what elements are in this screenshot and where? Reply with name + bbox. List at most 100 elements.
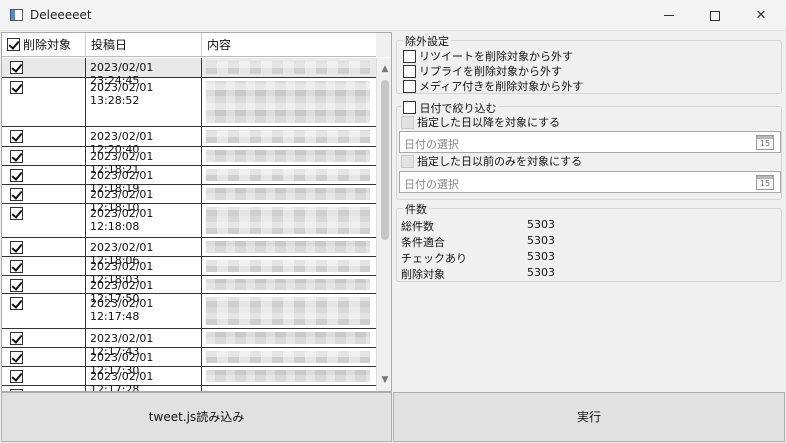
date-filter-checkbox[interactable] (403, 101, 416, 114)
redacted-content (206, 260, 370, 272)
date-filter-toggle[interactable]: 日付で絞り込む (401, 99, 499, 116)
post-date-cell: 2023/02/01 12:17:43 (86, 329, 202, 358)
table-row[interactable]: 2023/02/01 12:18:19 (2, 166, 376, 195)
redacted-content (206, 188, 370, 200)
select-all-checkbox[interactable] (7, 38, 20, 51)
vertical-scrollbar[interactable]: ▲ ▼ (376, 58, 391, 391)
redacted-content (206, 169, 370, 181)
post-date-cell: 2023/02/01 12:18:06 (86, 238, 202, 267)
delete-checkbox[interactable] (10, 370, 23, 383)
content-cell (202, 348, 376, 366)
before-date-checkbox[interactable] (401, 155, 414, 168)
content-cell (202, 294, 376, 328)
run-button[interactable]: 実行 (393, 392, 785, 442)
calendar-icon[interactable]: 15 (756, 135, 774, 150)
delete-checkbox[interactable] (10, 169, 23, 182)
redacted-content (206, 351, 370, 363)
delete-checkbox[interactable] (10, 61, 23, 74)
table-row[interactable]: 2023/02/01 12:18:06 (2, 238, 376, 267)
delete-checkbox[interactable] (10, 351, 23, 364)
redacted-content (206, 297, 370, 325)
table-row[interactable]: 2023/02/01 12:18:03 (2, 257, 376, 286)
scroll-thumb[interactable] (381, 80, 389, 240)
table-row[interactable]: 2023/02/01 12:17:43 (2, 329, 376, 358)
post-date-cell: 2023/02/01 12:17:30 (86, 348, 202, 377)
post-date-cell: 2023/02/01 12:17:50 (86, 276, 202, 305)
content-cell (202, 276, 376, 293)
content-cell (202, 367, 376, 385)
column-header-content[interactable]: 内容 (202, 33, 376, 57)
column-header-post-date[interactable]: 投稿日 (86, 33, 202, 57)
count-delete-target: 削除対象 5303 (401, 266, 555, 281)
count-matched: 条件適合 5303 (401, 234, 555, 249)
exclude-reply-checkbox[interactable] (403, 65, 416, 78)
maximize-button[interactable] (692, 0, 738, 31)
content-cell (202, 185, 376, 203)
post-date-cell: 2023/02/01 23:24:45 (86, 58, 202, 87)
delete-checkbox[interactable] (10, 260, 23, 273)
redacted-content (206, 130, 370, 143)
scroll-down-icon[interactable]: ▼ (377, 373, 391, 387)
delete-checkbox[interactable] (10, 188, 23, 201)
column-header-delete-target[interactable]: 削除対象 (2, 33, 86, 57)
redacted-content (206, 61, 370, 74)
content-cell (202, 238, 376, 256)
counts-group: 件数 総件数 5303 条件適合 5303 チェックあり 5303 削除対象 5… (396, 201, 782, 282)
table-row[interactable]: 2023/02/01 12:18:10 (2, 185, 376, 214)
window-title: Deleeeeet (30, 8, 92, 22)
content-cell (202, 58, 376, 77)
before-date-picker[interactable]: 日付の選択 15 (399, 171, 781, 193)
redacted-content (206, 207, 370, 234)
table-row[interactable]: 2023/02/01 12:17:30 (2, 348, 376, 377)
table-header: 削除対象 投稿日 内容 (2, 33, 376, 57)
count-total: 総件数 5303 (401, 218, 555, 233)
post-date-cell: 2023/02/01 12:18:19 (86, 166, 202, 195)
post-date-cell: 2023/02/01 12:17:48 (86, 294, 202, 328)
title-bar: Deleeeeet ✕ (0, 0, 786, 31)
delete-checkbox[interactable] (10, 241, 23, 254)
table-row[interactable]: 2023/02/01 23:24:45 (2, 58, 376, 87)
date-filter-group: 日付で絞り込む 指定した日以降を対象にする 日付の選択 15 指定した日以前のみ… (396, 99, 782, 200)
exclusion-settings-title: 除外設定 (403, 33, 451, 49)
delete-checkbox[interactable] (10, 279, 23, 292)
after-date-picker[interactable]: 日付の選択 15 (399, 131, 781, 153)
table-row[interactable]: 2023/02/01 12:18:21 (2, 147, 376, 176)
post-date-cell: 2023/02/01 12:18:10 (86, 185, 202, 214)
scroll-up-icon[interactable]: ▲ (377, 62, 391, 76)
delete-checkbox[interactable] (10, 150, 23, 163)
table-row[interactable]: 2023/02/01 12:17:50 (2, 276, 376, 305)
delete-checkbox[interactable] (10, 130, 23, 143)
redacted-content (206, 279, 370, 290)
header-corner (376, 33, 391, 57)
post-date-cell: 2023/02/01 13:28:52 (86, 78, 202, 126)
minimize-icon (664, 15, 674, 16)
table-row[interactable]: 2023/02/01 12:18:08 (2, 204, 376, 238)
table-row[interactable]: 2023/02/01 12:20:40 (2, 127, 376, 156)
content-cell (202, 166, 376, 184)
table-row[interactable]: 2023/02/01 12:17:48 (2, 294, 376, 329)
after-date-checkbox[interactable] (401, 116, 414, 129)
delete-checkbox[interactable] (10, 207, 23, 220)
delete-checkbox[interactable] (10, 332, 23, 345)
exclude-retweet-checkbox[interactable] (403, 50, 416, 63)
post-date-cell: 2023/02/01 12:18:21 (86, 147, 202, 176)
delete-checkbox[interactable] (10, 297, 23, 310)
minimize-button[interactable] (646, 0, 692, 31)
redacted-content (206, 370, 370, 382)
post-date-cell: 2023/02/01 12:18:03 (86, 257, 202, 286)
table-row[interactable]: 2023/02/01 12:17:28 (2, 367, 376, 391)
redacted-content (206, 332, 370, 344)
content-cell (202, 204, 376, 237)
content-cell (202, 127, 376, 146)
delete-checkbox[interactable] (10, 81, 23, 94)
load-tweetjs-button[interactable]: tweet.js読み込み (1, 392, 392, 442)
table-row[interactable]: 2023/02/01 13:28:52 (2, 78, 376, 127)
app-window-icon (10, 9, 23, 21)
exclude-media-checkbox[interactable] (403, 80, 416, 93)
content-cell (202, 257, 376, 275)
post-date-cell: 2023/02/01 12:17:28 (86, 367, 202, 391)
content-cell (202, 329, 376, 347)
close-button[interactable]: ✕ (738, 0, 784, 31)
content-cell (202, 147, 376, 165)
calendar-icon[interactable]: 15 (756, 175, 774, 190)
